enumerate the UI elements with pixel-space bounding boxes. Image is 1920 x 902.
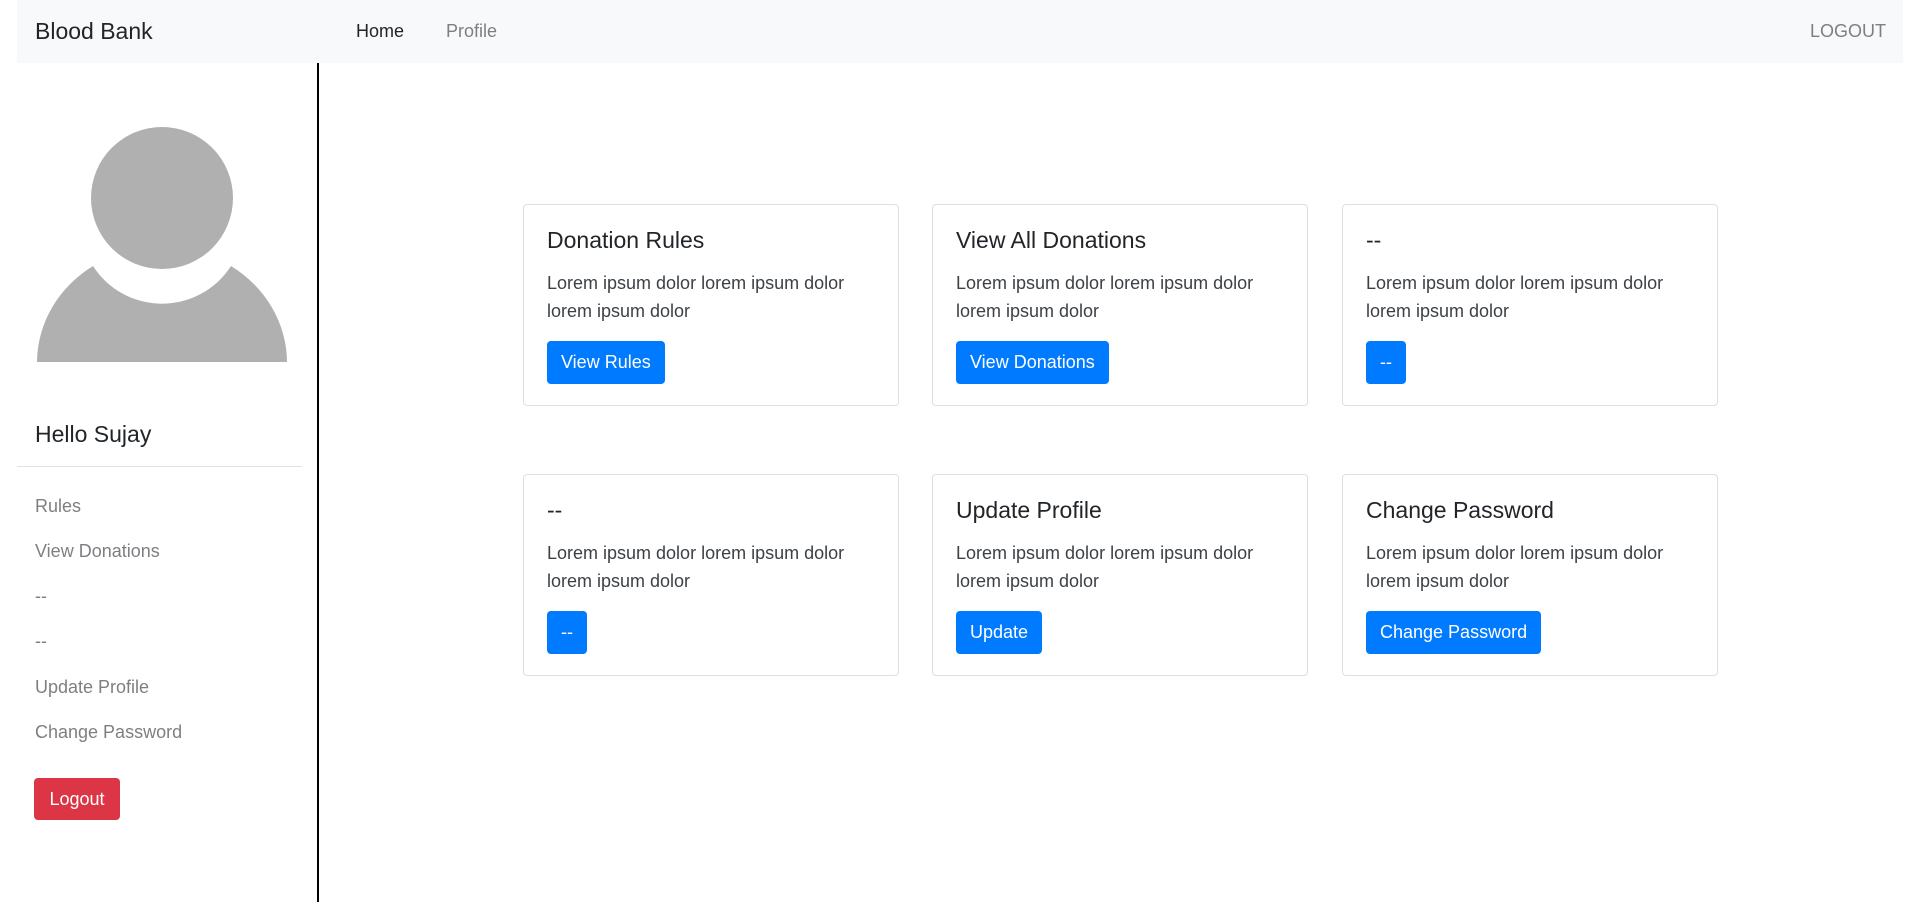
change-password-button[interactable]: Change Password bbox=[1366, 611, 1542, 654]
brand-logo[interactable]: Blood Bank bbox=[35, 18, 153, 45]
card-text: Lorem ipsum dolor lorem ipsum dolor lore… bbox=[956, 273, 1254, 321]
nav-home-link[interactable]: Home bbox=[356, 21, 404, 42]
card-text: Lorem ipsum dolor lorem ipsum dolor lore… bbox=[956, 543, 1254, 591]
sidebar-item-placeholder-1[interactable]: -- bbox=[35, 586, 47, 607]
card-update-profile: Update Profile Lorem ipsum dolor lorem i… bbox=[932, 474, 1308, 676]
sidebar-item-update-profile[interactable]: Update Profile bbox=[35, 677, 149, 698]
user-avatar-icon bbox=[37, 127, 287, 362]
card-title: Change Password bbox=[1366, 497, 1554, 523]
card-title: -- bbox=[547, 497, 563, 523]
sidebar-item-view-donations[interactable]: View Donations bbox=[35, 541, 160, 562]
card-title: -- bbox=[1366, 227, 1382, 253]
placeholder-button-1[interactable]: -- bbox=[1366, 341, 1406, 384]
sidebar-item-placeholder-2[interactable]: -- bbox=[35, 631, 47, 652]
sidebar-divider bbox=[17, 466, 302, 467]
sidebar-item-change-password[interactable]: Change Password bbox=[35, 722, 182, 743]
card-change-password: Change Password Lorem ipsum dolor lorem … bbox=[1342, 474, 1718, 676]
card-text: Lorem ipsum dolor lorem ipsum dolor lore… bbox=[547, 543, 845, 591]
sidebar-item-rules[interactable]: Rules bbox=[35, 496, 81, 517]
card-donation-rules: Donation Rules Lorem ipsum dolor lorem i… bbox=[523, 204, 899, 406]
update-button[interactable]: Update bbox=[956, 611, 1043, 654]
card-placeholder-2: -- Lorem ipsum dolor lorem ipsum dolor l… bbox=[523, 474, 899, 676]
top-navbar: Blood Bank Home Profile LOGOUT bbox=[17, 0, 1903, 63]
placeholder-button-2[interactable]: -- bbox=[547, 611, 587, 654]
card-text: Lorem ipsum dolor lorem ipsum dolor lore… bbox=[1366, 273, 1664, 321]
card-title: View All Donations bbox=[956, 227, 1147, 253]
nav-profile-link[interactable]: Profile bbox=[446, 21, 497, 42]
card-placeholder-1: -- Lorem ipsum dolor lorem ipsum dolor l… bbox=[1342, 204, 1718, 406]
card-title: Donation Rules bbox=[547, 227, 705, 253]
card-text: Lorem ipsum dolor lorem ipsum dolor lore… bbox=[547, 273, 845, 321]
greeting-text: Hello Sujay bbox=[35, 421, 152, 447]
sidebar: Hello Sujay Rules View Donations -- -- U… bbox=[17, 63, 319, 902]
card-view-all-donations: View All Donations Lorem ipsum dolor lor… bbox=[932, 204, 1308, 406]
view-donations-button[interactable]: View Donations bbox=[956, 341, 1109, 384]
nav-logout-link[interactable]: LOGOUT bbox=[1810, 21, 1886, 42]
view-rules-button[interactable]: View Rules bbox=[547, 341, 665, 384]
card-text: Lorem ipsum dolor lorem ipsum dolor lore… bbox=[1366, 543, 1664, 591]
card-title: Update Profile bbox=[956, 497, 1102, 523]
logout-button[interactable]: Logout bbox=[34, 778, 120, 820]
